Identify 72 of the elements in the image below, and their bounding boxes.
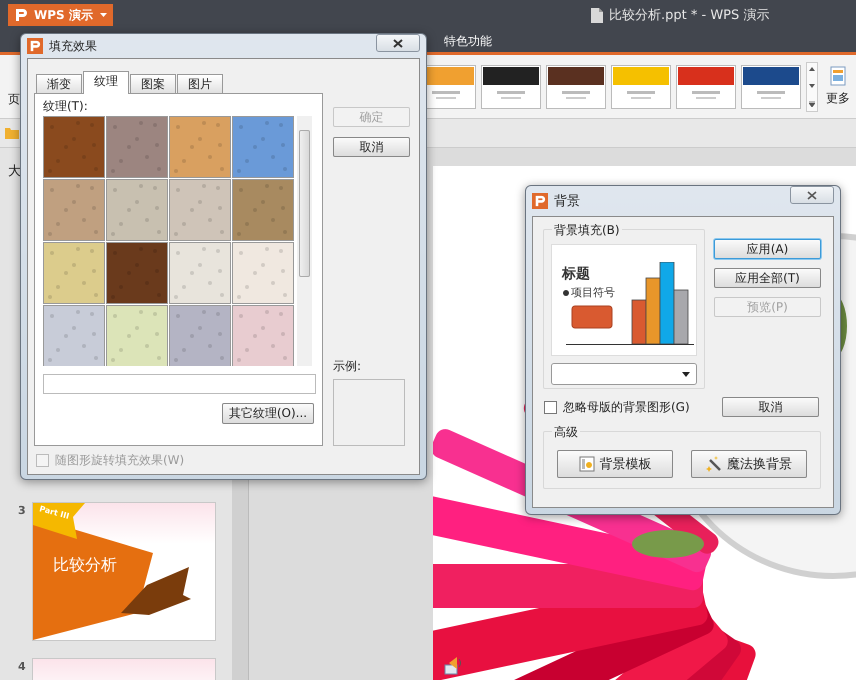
close-button[interactable] xyxy=(790,186,834,204)
template-thumbnail[interactable] xyxy=(481,64,541,108)
dialog-tab[interactable]: 图片 xyxy=(177,74,223,93)
dialog-button[interactable]: 背景模板 xyxy=(557,450,673,478)
texture-swatch[interactable] xyxy=(170,306,230,366)
document-icon xyxy=(591,8,603,22)
texture-swatch[interactable] xyxy=(44,117,104,177)
dialog-title: 背景 xyxy=(554,193,580,210)
texture-swatch[interactable] xyxy=(170,117,230,177)
texture-name-field[interactable] xyxy=(43,374,316,394)
preview-title: 标题 xyxy=(562,265,590,283)
magic-wand-icon xyxy=(706,456,722,472)
close-button[interactable] xyxy=(376,34,420,52)
texture-swatch[interactable] xyxy=(233,306,293,366)
more-templates-label[interactable]: 更多 xyxy=(826,90,850,107)
texture-swatch[interactable] xyxy=(107,180,167,240)
gallery-scrollbar[interactable] xyxy=(806,62,818,112)
fill-dropdown[interactable] xyxy=(551,363,697,385)
menu-tab[interactable]: 特色功能 xyxy=(440,30,496,52)
checkbox-label: 随图形旋转填充效果(W) xyxy=(55,452,184,468)
texture-label: 纹理(T): xyxy=(43,98,89,114)
dialog-title: 填充效果 xyxy=(49,38,97,54)
slide-title: 比较分析 xyxy=(53,555,117,576)
dialog-button[interactable]: 魔法换背景 xyxy=(691,450,807,478)
bullet-icon xyxy=(563,290,569,296)
template-thumbnail[interactable] xyxy=(611,64,671,108)
layout-icon xyxy=(830,66,846,86)
other-textures-button[interactable]: 其它纹理(O)... xyxy=(222,403,314,424)
dialog-tab[interactable]: 纹理 xyxy=(83,71,129,94)
dialog-button[interactable]: 应用全部(T) xyxy=(714,268,821,288)
scrollbar[interactable] xyxy=(297,116,312,366)
template-thumbnail[interactable] xyxy=(741,64,801,108)
dropdown-arrow-icon xyxy=(682,372,690,376)
texture-swatch[interactable] xyxy=(233,180,293,240)
texture-swatch[interactable] xyxy=(170,243,230,303)
slide-number: 4 xyxy=(17,660,27,673)
expand-icon[interactable] xyxy=(809,100,815,106)
cancel-button[interactable]: 取消 xyxy=(722,397,819,417)
texture-swatch[interactable] xyxy=(107,117,167,177)
template-thumbnail[interactable] xyxy=(546,64,606,108)
app-logo-icon xyxy=(27,38,43,54)
group-label: 背景填充(B) xyxy=(552,222,622,239)
folder-icon[interactable] xyxy=(5,127,19,139)
texture-swatch[interactable] xyxy=(233,117,293,177)
dialog-button[interactable]: 取消 xyxy=(333,137,410,157)
caret-icon xyxy=(100,13,107,17)
texture-swatch[interactable] xyxy=(44,180,104,240)
dialog-button[interactable]: 应用(A) xyxy=(714,239,821,259)
checkbox[interactable] xyxy=(544,400,557,414)
template-icon xyxy=(578,456,594,472)
window-title: 比较分析.ppt * - WPS 演示 xyxy=(609,7,770,24)
checkbox-label: 忽略母版的背景图形(G) xyxy=(563,398,690,416)
dialog-tab[interactable]: 图案 xyxy=(130,74,176,93)
app-logo-icon xyxy=(14,8,28,22)
texture-swatch[interactable] xyxy=(44,306,104,366)
texture-swatch[interactable] xyxy=(233,243,293,303)
texture-swatch[interactable] xyxy=(170,180,230,240)
scroll-up-icon[interactable] xyxy=(809,66,815,70)
app-logo-icon xyxy=(532,193,548,209)
sample-preview xyxy=(333,379,405,446)
close-icon xyxy=(393,38,403,48)
scroll-down-icon[interactable] xyxy=(809,84,815,88)
dialog-tab[interactable]: 渐变 xyxy=(36,74,82,93)
template-thumbnail[interactable] xyxy=(676,64,736,108)
preview-bullet: 项目符号 xyxy=(571,285,615,300)
texture-swatch[interactable] xyxy=(44,243,104,303)
texture-swatch[interactable] xyxy=(107,306,167,366)
slide-number: 3 xyxy=(17,504,27,517)
close-icon xyxy=(807,190,817,200)
sample-label: 示例: xyxy=(333,358,362,375)
group-label: 页 xyxy=(8,91,20,108)
texture-swatch[interactable] xyxy=(107,243,167,303)
